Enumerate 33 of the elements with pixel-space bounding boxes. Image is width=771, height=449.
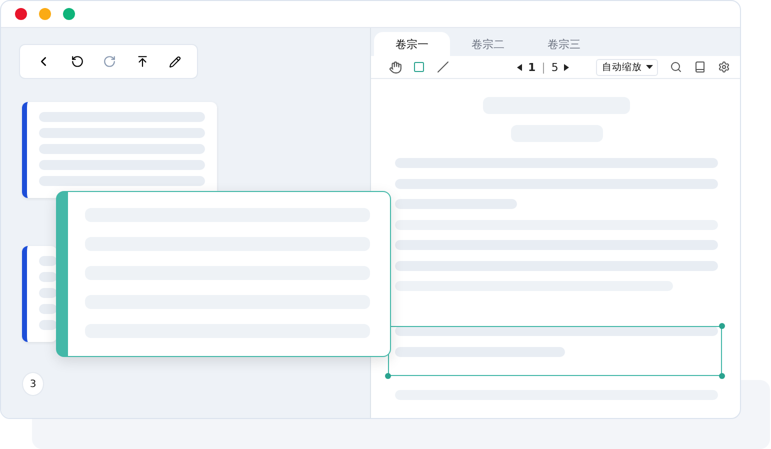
placeholder-line [39,288,57,298]
resize-handle[interactable] [385,373,391,379]
caret-icon [646,65,653,69]
search-icon[interactable] [670,61,682,73]
line-icon[interactable] [437,61,449,73]
current-page: 1 [528,60,536,74]
maximize-button[interactable] [63,8,75,20]
page-count: 3 [22,372,44,396]
placeholder-line [39,304,57,314]
total-pages: 5 [551,60,558,74]
page-separator: | [542,60,546,74]
book-icon[interactable] [694,61,706,73]
tab[interactable]: 卷宗一 [374,32,450,56]
upload-icon[interactable] [136,55,150,68]
tab[interactable]: 卷宗二 [450,32,526,56]
document-card[interactable] [22,102,217,198]
settings-icon[interactable] [718,61,730,73]
placeholder-line [39,320,57,330]
close-button[interactable] [15,8,27,20]
rectangle-icon[interactable] [413,61,425,73]
tab[interactable]: 卷宗三 [526,32,602,56]
placeholder-line [39,272,57,282]
next-page-icon[interactable] [564,64,570,70]
undo-icon[interactable] [70,55,84,68]
zoom-select[interactable]: 自动缩放 [596,58,658,76]
placeholder-line [39,256,57,266]
resize-handle[interactable] [719,323,725,329]
pencil-icon[interactable] [169,56,182,68]
redo-icon[interactable] [103,55,116,68]
hand-icon[interactable] [388,60,402,74]
document-card[interactable] [22,246,57,342]
previous-page-icon[interactable] [517,64,522,70]
resize-handle[interactable] [719,373,725,379]
